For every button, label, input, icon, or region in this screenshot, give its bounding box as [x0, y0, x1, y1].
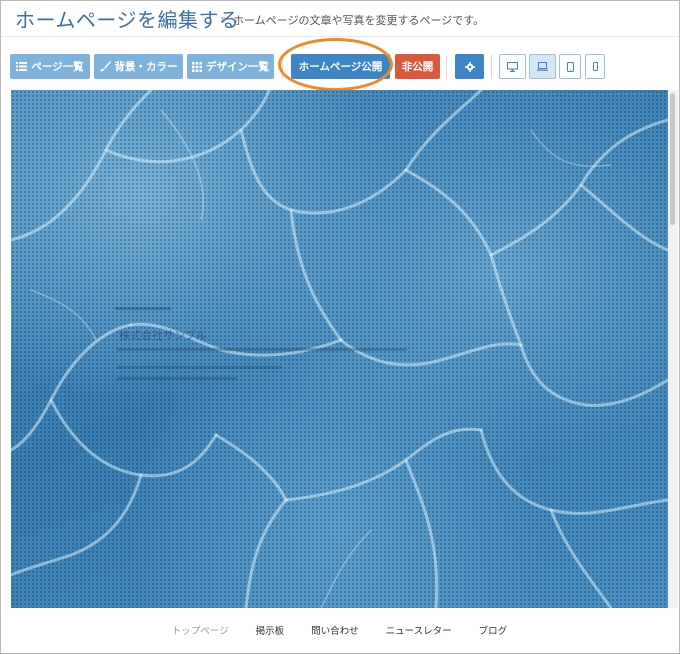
- preview-scrollbar-thumb[interactable]: [670, 93, 675, 225]
- site-address-line: [117, 366, 282, 369]
- smartphone-icon: [592, 62, 598, 71]
- background-color-button[interactable]: 背景・カラー: [94, 54, 183, 79]
- footer-link-blog[interactable]: ブログ: [479, 623, 508, 637]
- page-subtitle: ホームページの文章や写真を変更するページです。: [233, 14, 485, 27]
- laptop-icon: [537, 62, 548, 71]
- desktop-view-button[interactable]: [499, 54, 526, 79]
- grid-icon: [192, 61, 202, 72]
- design-list-button[interactable]: デザイン一覧: [187, 54, 274, 79]
- site-preview[interactable]: 株式会社サンプル: [11, 90, 668, 608]
- editor-window: ホームページを編集する » ホームページの文章や写真を変更するページです。 ペー…: [0, 0, 680, 654]
- toolbar-divider: [491, 55, 492, 79]
- page-header: ホームページを編集する » ホームページの文章や写真を変更するページです。: [1, 1, 679, 37]
- footer-link-bulletin-board[interactable]: 掲示板: [256, 623, 285, 637]
- toolbar-divider: [446, 55, 447, 79]
- site-tagline: [115, 307, 171, 310]
- desktop-icon: [507, 61, 518, 72]
- page-list-label: ページ一覧: [31, 61, 84, 73]
- gear-icon: [464, 61, 475, 72]
- page-title: ホームページを編集する: [15, 8, 240, 32]
- smartphone-view-button[interactable]: [585, 54, 605, 79]
- page-list-button[interactable]: ページ一覧: [10, 54, 90, 79]
- unpublish-button[interactable]: 非公開: [395, 54, 440, 79]
- tablet-icon: [566, 61, 574, 72]
- footer-link-newsletter[interactable]: ニュースレター: [386, 623, 452, 637]
- footer-link-top-page[interactable]: トップページ: [172, 623, 229, 637]
- brush-icon: [99, 61, 111, 72]
- site-phone-line: [117, 377, 237, 380]
- breadcrumb-separator: »: [220, 12, 228, 26]
- background-color-label: 背景・カラー: [114, 61, 178, 73]
- site-company-name: 株式会社サンプル: [119, 329, 207, 342]
- footer-link-contact[interactable]: 問い合わせ: [311, 623, 359, 637]
- site-footer-nav: トップページ 掲示板 問い合わせ ニュースレター ブログ: [11, 615, 668, 645]
- site-description-line: [117, 348, 407, 351]
- laptop-view-button[interactable]: [529, 54, 556, 79]
- list-icon: [16, 62, 28, 71]
- highlight-ring: [278, 38, 393, 91]
- tablet-view-button[interactable]: [559, 54, 581, 79]
- unpublish-label: 非公開: [401, 61, 434, 73]
- settings-button[interactable]: [455, 54, 484, 79]
- design-list-label: デザイン一覧: [206, 61, 269, 73]
